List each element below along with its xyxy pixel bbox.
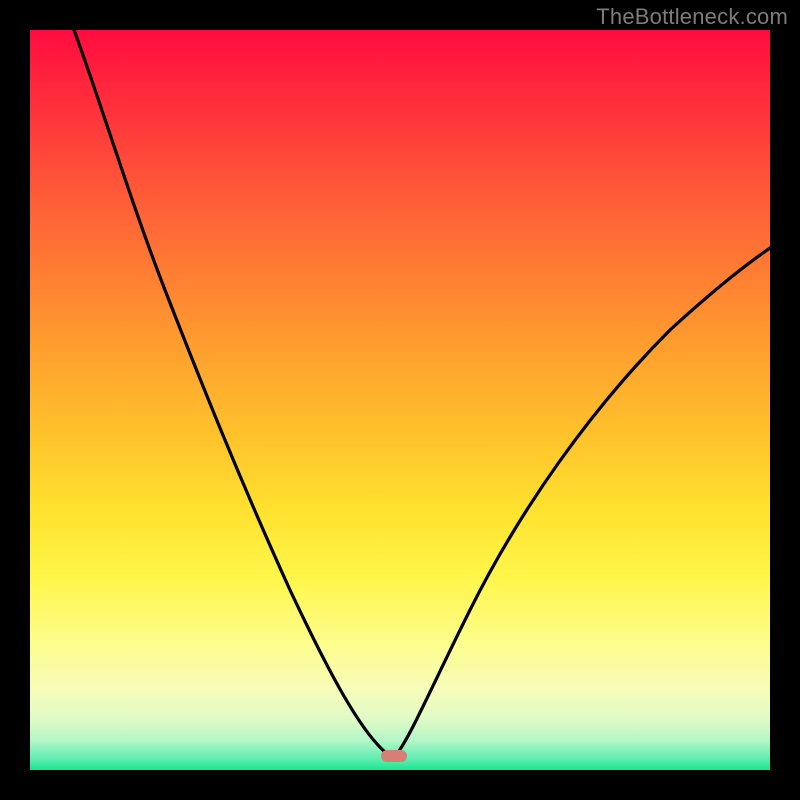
watermark-label: TheBottleneck.com xyxy=(596,4,788,30)
plot-area xyxy=(30,30,770,770)
curve-svg xyxy=(30,30,770,770)
bottleneck-curve-path xyxy=(74,30,770,756)
minimum-marker xyxy=(381,750,407,762)
chart-frame: TheBottleneck.com xyxy=(0,0,800,800)
